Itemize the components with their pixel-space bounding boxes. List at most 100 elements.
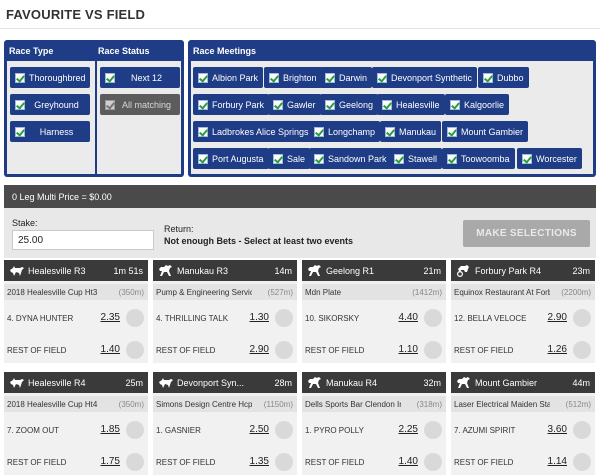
favourite-runner: 4. THRILLING TALK: [156, 314, 229, 323]
checkbox-checked-icon: [314, 126, 324, 137]
checkbox-checked-icon: [385, 126, 395, 137]
meeting-kalgoorlie[interactable]: Kalgoorlie: [445, 94, 510, 115]
meeting-gawler[interactable]: Gawler: [268, 94, 321, 115]
race-card-header[interactable]: Forbury Park R4 23m: [451, 260, 595, 281]
meeting-name: Geelong R1: [326, 266, 375, 276]
race-distance: (350m): [118, 288, 144, 297]
meeting-mount-gambier[interactable]: Mount Gambier: [442, 121, 529, 142]
favourite-price[interactable]: 1.30: [250, 312, 269, 323]
race-card-header[interactable]: Manukau R4 32m: [302, 372, 446, 393]
race-type-thoroughbred[interactable]: Thoroughbred: [10, 67, 90, 88]
favourite-price[interactable]: 2.50: [250, 424, 269, 435]
select-circle-icon[interactable]: [424, 421, 442, 439]
select-circle-icon[interactable]: [275, 341, 293, 359]
race-card-header[interactable]: Mount Gambier 44m: [451, 372, 595, 393]
stake-label: Stake:: [12, 218, 38, 228]
select-circle-icon[interactable]: [275, 453, 293, 471]
meeting-brighton[interactable]: Brighton: [264, 67, 322, 88]
select-circle-icon[interactable]: [126, 341, 144, 359]
race-card-header[interactable]: Manukau R3 14m: [153, 260, 297, 281]
select-circle-icon[interactable]: [126, 309, 144, 327]
time-to-start: 32m: [423, 378, 441, 388]
meeting-darwin[interactable]: Darwin: [320, 67, 373, 88]
meeting-dubbo[interactable]: Dubbo: [478, 67, 529, 88]
field-price[interactable]: 1.40: [101, 344, 120, 355]
favourite-price[interactable]: 2.25: [399, 424, 418, 435]
select-circle-icon[interactable]: [126, 453, 144, 471]
favourite-price[interactable]: 1.85: [101, 424, 120, 435]
field-price[interactable]: 1.26: [548, 344, 567, 355]
select-circle-icon[interactable]: [126, 421, 144, 439]
meeting-healesville[interactable]: Healesville: [377, 94, 445, 115]
favourite-price[interactable]: 2.35: [101, 312, 120, 323]
meeting-manukau[interactable]: Manukau: [380, 121, 442, 142]
field-row: REST OF FIELD 1.35: [153, 449, 297, 475]
field-label: REST OF FIELD: [305, 458, 365, 467]
race-type-harness[interactable]: Harness: [10, 121, 90, 142]
meeting-forbury-park[interactable]: Forbury Park: [193, 94, 270, 115]
meeting-worcester[interactable]: Worcester: [517, 148, 582, 169]
race-card: Manukau R4 32m Dells Sports Bar Clendon Ir…: [302, 372, 446, 475]
time-to-start: 21m: [423, 266, 441, 276]
race-card-header[interactable]: Healesville R4 25m: [4, 372, 148, 393]
greyhound-icon: [9, 376, 25, 389]
greyhound-icon: [9, 264, 25, 277]
meeting-name: Manukau R4: [326, 378, 378, 388]
favourite-price[interactable]: 2.90: [548, 312, 567, 323]
stake-input[interactable]: [12, 230, 154, 250]
meeting-toowoomba[interactable]: Toowoomba: [442, 148, 515, 169]
favourite-price[interactable]: 3.60: [548, 424, 567, 435]
select-circle-icon[interactable]: [573, 341, 591, 359]
select-circle-icon[interactable]: [573, 309, 591, 327]
field-price[interactable]: 1.75: [101, 456, 120, 467]
checkbox-checked-icon: [447, 126, 457, 137]
field-price[interactable]: 1.10: [399, 344, 418, 355]
race-distance: (527m): [267, 288, 293, 297]
select-circle-icon[interactable]: [275, 309, 293, 327]
select-circle-icon[interactable]: [573, 453, 591, 471]
favourite-price[interactable]: 4.40: [399, 312, 418, 323]
field-price[interactable]: 1.40: [399, 456, 418, 467]
race-type-greyhound[interactable]: Greyhound: [10, 94, 90, 115]
make-selections-button[interactable]: MAKE SELECTIONS: [463, 220, 590, 247]
meeting-name: Healesville R4: [28, 378, 86, 388]
select-circle-icon[interactable]: [424, 341, 442, 359]
race-info: Simons Design Centre Hcp ((1150m): [153, 396, 297, 412]
race-distance: (1412m): [412, 288, 442, 297]
select-circle-icon[interactable]: [573, 421, 591, 439]
race-status-all-matching[interactable]: All matching: [100, 94, 180, 115]
checkbox-checked-icon: [269, 72, 279, 83]
meeting-devonport-synthetic[interactable]: Devonport Synthetic: [372, 67, 478, 88]
meeting-albion-park[interactable]: Albion Park: [193, 67, 264, 88]
field-price[interactable]: 1.14: [548, 456, 567, 467]
race-status-next-12[interactable]: Next 12: [100, 67, 180, 88]
meeting-geelong[interactable]: Geelong: [320, 94, 379, 115]
checkbox-checked-icon: [325, 99, 335, 110]
meeting-sale[interactable]: Sale: [268, 148, 311, 169]
greyhound-icon: [158, 376, 174, 389]
favourite-row: 7. ZOOM OUT 1.85: [4, 417, 148, 443]
meeting-stawell[interactable]: Stawell: [389, 148, 443, 169]
field-label: REST OF FIELD: [305, 346, 365, 355]
field-row: REST OF FIELD 1.14: [451, 449, 595, 475]
race-card-header[interactable]: Devonport Syn... 28m: [153, 372, 297, 393]
field-price[interactable]: 1.35: [250, 456, 269, 467]
select-circle-icon[interactable]: [275, 421, 293, 439]
race-status-heading: Race Status: [98, 46, 150, 56]
select-circle-icon[interactable]: [424, 453, 442, 471]
favourite-runner: 1. GASNIER: [156, 426, 201, 435]
race-card-header[interactable]: Healesville R3 1m 51s: [4, 260, 148, 281]
meeting-ladbrokes-alice-springs[interactable]: Ladbrokes Alice Springs: [193, 121, 314, 142]
select-circle-icon[interactable]: [424, 309, 442, 327]
meeting-sandown-park[interactable]: Sandown Park: [309, 148, 392, 169]
field-price[interactable]: 2.90: [250, 344, 269, 355]
favourite-runner: 12. BELLA VELOCE: [454, 314, 527, 323]
race-card: Devonport Syn... 28m Simons Design Centre …: [153, 372, 297, 475]
return-label: Return:: [164, 224, 194, 234]
field-row: REST OF FIELD 1.26: [451, 337, 595, 363]
checkbox-checked-icon: [15, 72, 25, 83]
meeting-longchamp[interactable]: Longchamp: [309, 121, 381, 142]
favourite-runner: 1. PYRO POLLY: [305, 426, 364, 435]
meeting-port-augusta[interactable]: Port Augusta: [193, 148, 269, 169]
race-card-header[interactable]: Geelong R1 21m: [302, 260, 446, 281]
